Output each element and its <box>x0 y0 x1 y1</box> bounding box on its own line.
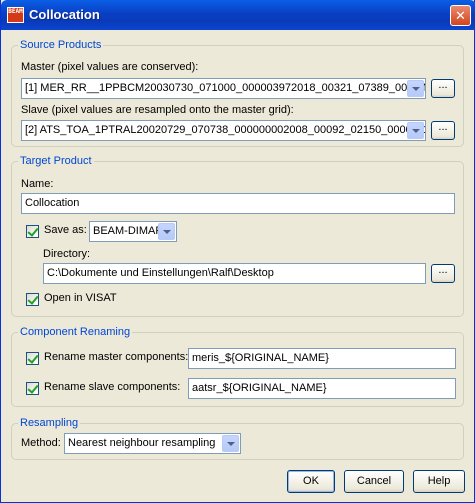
open-in-visat-label: Open in VISAT <box>44 292 117 304</box>
slave-product-select[interactable]: [2] ATS_TOA_1PTRAL20020729_070738_000000… <box>21 120 426 141</box>
chevron-down-icon[interactable] <box>407 80 424 97</box>
master-product-value: [1] MER_RR__1PPBCM20030730_071000_000003… <box>25 82 426 94</box>
slave-product-value: [2] ATS_TOA_1PTRAL20020729_070738_000000… <box>25 124 426 136</box>
beam-app-icon: BEAM <box>7 7 24 23</box>
save-as-label: Save as: <box>44 224 87 236</box>
directory-field[interactable]: C:\Dokumente und Einstellungen\Ralf\Desk… <box>43 263 426 284</box>
method-label: Method: <box>21 437 61 449</box>
close-icon[interactable]: ✕ <box>450 5 471 26</box>
save-format-value: BEAM-DIMAP <box>93 225 163 237</box>
slave-label: Slave (pixel values are resampled onto t… <box>21 104 294 116</box>
target-name-field[interactable]: Collocation <box>21 193 455 214</box>
window-title: Collocation <box>29 7 100 22</box>
collocation-dialog: BEAM Collocation ✕ Source Products Maste… <box>0 0 475 503</box>
rename-master-checkbox[interactable] <box>26 352 39 365</box>
cancel-button[interactable]: Cancel <box>344 470 404 493</box>
slave-browse-button[interactable]: ... <box>431 121 455 140</box>
rename-slave-checkbox[interactable] <box>26 382 39 395</box>
directory-browse-button[interactable]: ... <box>431 264 455 283</box>
directory-label: Directory: <box>43 248 91 260</box>
rename-slave-label: Rename slave components: <box>44 381 181 393</box>
master-label: Master (pixel values are conserved): <box>21 61 199 73</box>
save-format-select[interactable]: BEAM-DIMAP <box>89 221 177 242</box>
chevron-down-icon[interactable] <box>222 435 239 452</box>
save-as-checkbox[interactable] <box>26 225 39 238</box>
title-bar[interactable]: BEAM Collocation ✕ <box>1 0 475 30</box>
resampling-method-value: Nearest neighbour resampling <box>68 437 216 449</box>
chevron-down-icon[interactable] <box>407 122 424 139</box>
rename-slave-field[interactable]: aatsr_${ORIGINAL_NAME} <box>188 378 456 399</box>
group-title-component-renaming: Component Renaming <box>18 326 133 338</box>
group-title-source-products: Source Products <box>18 39 104 51</box>
name-label: Name: <box>21 178 54 190</box>
group-title-target-product: Target Product <box>18 155 94 167</box>
group-title-resampling: Resampling <box>18 417 81 429</box>
open-in-visat-checkbox[interactable] <box>26 293 39 306</box>
rename-master-label: Rename master components: <box>44 351 189 363</box>
ok-button[interactable]: OK <box>287 470 335 493</box>
chevron-down-icon[interactable] <box>158 223 175 240</box>
master-product-select[interactable]: [1] MER_RR__1PPBCM20030730_071000_000003… <box>21 78 426 99</box>
resampling-method-select[interactable]: Nearest neighbour resampling <box>64 433 241 454</box>
master-browse-button[interactable]: ... <box>431 79 455 98</box>
rename-master-field[interactable]: meris_${ORIGINAL_NAME} <box>188 348 456 369</box>
help-button[interactable]: Help <box>413 470 465 493</box>
